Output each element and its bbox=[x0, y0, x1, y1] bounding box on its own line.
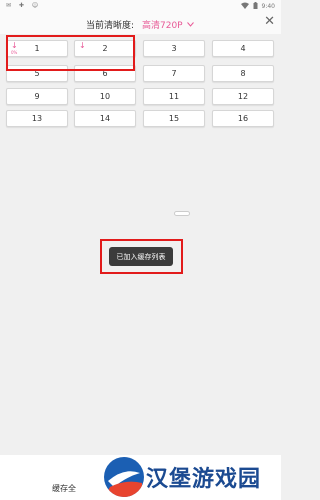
status-right: 9:40 bbox=[240, 2, 275, 11]
episode-button-14[interactable]: 14 bbox=[74, 110, 136, 127]
toast-message: 已加入缓存列表 bbox=[109, 247, 173, 266]
episode-button-5[interactable]: 5 bbox=[6, 65, 68, 82]
episode-label: 5 bbox=[34, 69, 40, 78]
episode-button-7[interactable]: 7 bbox=[143, 65, 205, 82]
download-progress: 0% bbox=[11, 50, 18, 55]
chevron-down-icon bbox=[186, 20, 194, 30]
episode-label: 2 bbox=[102, 44, 108, 53]
episode-label: 4 bbox=[240, 44, 246, 53]
episode-label: 3 bbox=[171, 44, 177, 53]
episode-button-10[interactable]: 10 bbox=[74, 88, 136, 105]
episode-button-2[interactable]: 2 ↓ bbox=[74, 40, 136, 57]
status-bar: ✉ ✚ ☺ 9:40 bbox=[0, 0, 281, 12]
watermark-logo bbox=[104, 457, 144, 497]
episode-label: 1 bbox=[34, 44, 40, 53]
bottom-bar: 缓存全 汉堡游戏园 bbox=[0, 455, 281, 500]
episode-label: 12 bbox=[237, 92, 249, 101]
episode-label: 16 bbox=[237, 114, 249, 123]
battery-icon bbox=[253, 2, 258, 11]
episode-button-13[interactable]: 13 bbox=[6, 110, 68, 127]
resolution-header: 当前清晰度: 高清720P ✕ bbox=[0, 12, 281, 34]
episode-button-11[interactable]: 11 bbox=[143, 88, 205, 105]
episode-label: 11 bbox=[168, 92, 180, 101]
episode-button-15[interactable]: 15 bbox=[143, 110, 205, 127]
scroll-indicator[interactable] bbox=[174, 211, 190, 216]
episode-label: 14 bbox=[99, 114, 111, 123]
watermark-text: 汉堡游戏园 bbox=[146, 467, 262, 492]
episode-button-8[interactable]: 8 bbox=[212, 65, 274, 82]
episode-label: 7 bbox=[171, 69, 177, 78]
download-arrow-icon: ↓ bbox=[11, 41, 18, 50]
cache-all-button[interactable]: 缓存全 bbox=[52, 483, 76, 494]
wifi-icon bbox=[240, 2, 249, 11]
episode-label: 15 bbox=[168, 114, 180, 123]
episode-button-3[interactable]: 3 bbox=[143, 40, 205, 57]
download-arrow-icon: ↓ bbox=[79, 41, 86, 50]
episode-button-12[interactable]: 12 bbox=[212, 88, 274, 105]
episode-label: 6 bbox=[102, 69, 108, 78]
episode-button-6[interactable]: 6 bbox=[74, 65, 136, 82]
episode-button-1[interactable]: 1 ↓ 0% bbox=[6, 40, 68, 57]
status-time: 9:40 bbox=[261, 3, 275, 10]
episode-label: 9 bbox=[34, 92, 40, 101]
episode-button-4[interactable]: 4 bbox=[212, 40, 274, 57]
episode-label: 8 bbox=[240, 69, 246, 78]
resolution-value: 高清720P bbox=[142, 21, 183, 31]
close-icon[interactable]: ✕ bbox=[264, 15, 275, 29]
resolution-selector[interactable]: 高清720P bbox=[142, 18, 194, 31]
status-left-icons: ✉ ✚ ☺ bbox=[6, 2, 42, 9]
episode-button-9[interactable]: 9 bbox=[6, 88, 68, 105]
episode-label: 13 bbox=[31, 114, 43, 123]
resolution-label: 当前清晰度: bbox=[86, 21, 135, 31]
episode-button-16[interactable]: 16 bbox=[212, 110, 274, 127]
episode-label: 10 bbox=[99, 92, 111, 101]
